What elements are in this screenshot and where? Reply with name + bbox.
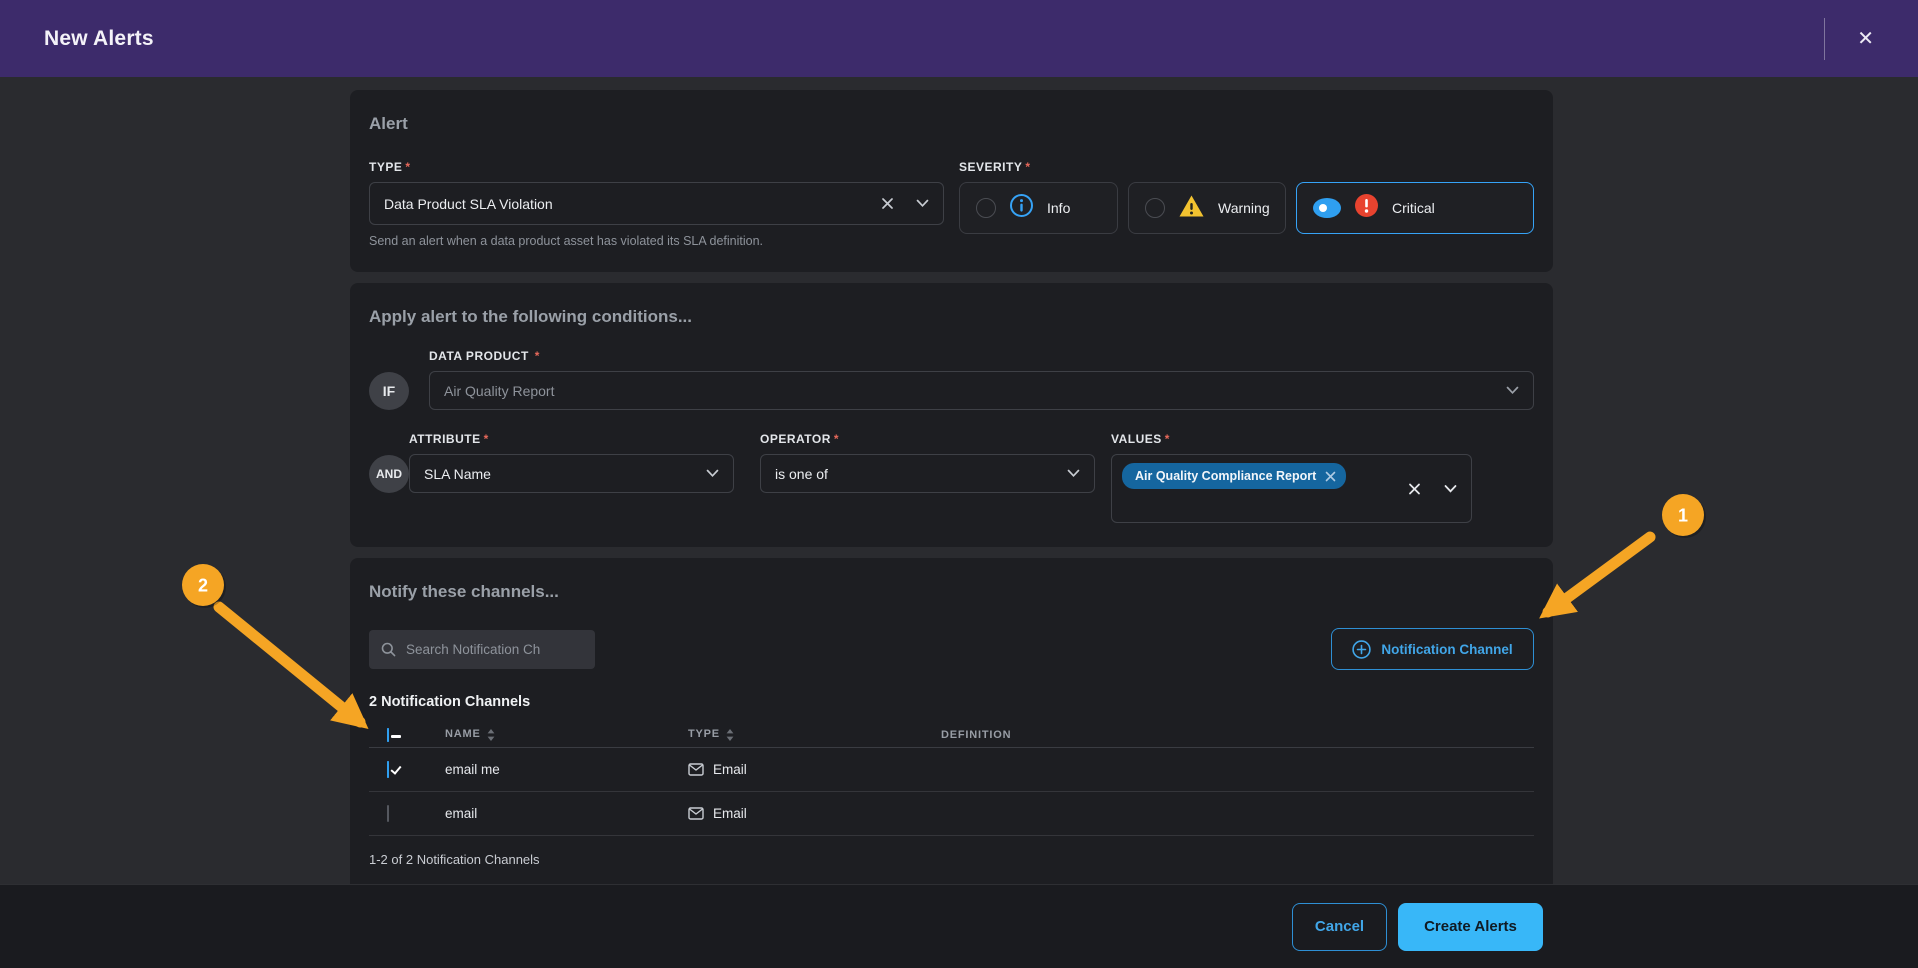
chevron-down-icon[interactable] — [916, 199, 929, 208]
operator-label: OPERATOR* — [760, 432, 1095, 446]
close-icon[interactable]: ✕ — [1851, 25, 1880, 53]
severity-info-label: Info — [1047, 200, 1070, 216]
severity-warning-label: Warning — [1218, 200, 1270, 216]
attribute-select[interactable]: SLA Name — [409, 454, 734, 493]
channel-name: email me — [445, 762, 688, 777]
chevron-down-icon[interactable] — [706, 469, 719, 478]
header-divider — [1824, 18, 1825, 60]
sort-icon — [487, 729, 495, 741]
channel-name: email — [445, 806, 688, 821]
column-header-name[interactable]: NAME — [445, 728, 688, 740]
column-header-definition: DEFINITION — [941, 729, 1534, 741]
search-icon — [381, 642, 396, 657]
row-checkbox-email[interactable] — [387, 805, 389, 822]
data-product-label: DATA PRODUCT* — [429, 349, 1534, 363]
severity-critical-label: Critical — [1392, 200, 1435, 216]
notification-channel-button-label: Notification Channel — [1381, 642, 1512, 657]
notification-search[interactable] — [369, 630, 595, 669]
channel-count: 2 Notification Channels — [369, 694, 1534, 710]
alert-section-heading: Alert — [369, 114, 1534, 134]
modal-header: New Alerts ✕ — [0, 0, 1918, 77]
radio-selected — [1313, 198, 1341, 218]
alert-section: Alert TYPE* Data Product SLA Violation — [350, 90, 1553, 272]
radio-unselected — [976, 198, 996, 218]
info-circle-icon — [1009, 193, 1034, 223]
severity-label: SEVERITY* — [959, 160, 1534, 174]
alert-type-value: Data Product SLA Violation — [384, 196, 859, 212]
data-product-value: Air Quality Report — [444, 383, 1484, 399]
table-row[interactable]: email me Email — [369, 748, 1534, 792]
modal-footer: Cancel Create Alerts — [0, 884, 1918, 968]
and-badge: AND — [369, 455, 409, 493]
clear-icon[interactable] — [881, 197, 894, 210]
table-header-row: NAME TYPE DEFINITION — [369, 722, 1534, 748]
if-badge: IF — [369, 372, 409, 410]
value-chip: Air Quality Compliance Report — [1122, 463, 1346, 489]
chevron-down-icon[interactable] — [1506, 386, 1519, 395]
data-product-select[interactable]: Air Quality Report — [429, 371, 1534, 410]
column-header-type[interactable]: TYPE — [688, 728, 941, 740]
email-icon — [688, 763, 704, 776]
email-icon — [688, 807, 704, 820]
notify-heading: Notify these channels... — [369, 582, 1534, 602]
type-label: TYPE* — [369, 160, 944, 174]
select-all-checkbox[interactable] — [387, 728, 389, 742]
channel-type: Email — [713, 762, 747, 777]
severity-option-warning[interactable]: Warning — [1128, 182, 1286, 234]
value-chip-label: Air Quality Compliance Report — [1135, 469, 1316, 483]
row-checkbox-email-me[interactable] — [387, 761, 389, 778]
channel-type: Email — [713, 806, 747, 821]
search-input[interactable] — [406, 642, 576, 657]
radio-unselected — [1145, 198, 1165, 218]
alert-type-help: Send an alert when a data product asset … — [369, 234, 944, 248]
severity-option-critical[interactable]: Critical — [1296, 182, 1534, 234]
conditions-section: Apply alert to the following conditions.… — [350, 283, 1553, 547]
warning-triangle-icon — [1178, 194, 1205, 223]
chip-remove-icon[interactable] — [1325, 471, 1336, 482]
channels-table: NAME TYPE DEFINITION email me Email — [369, 722, 1534, 836]
chevron-down-icon[interactable] — [1444, 484, 1457, 493]
attribute-value: SLA Name — [424, 466, 684, 482]
new-alerts-modal: New Alerts ✕ Alert TYPE* Data Product SL… — [0, 0, 1918, 968]
attribute-label: ATTRIBUTE* — [409, 432, 734, 446]
operator-value: is one of — [775, 466, 1045, 482]
sort-icon — [726, 729, 734, 741]
pagination-text: 1-2 of 2 Notification Channels — [369, 852, 1534, 867]
notification-channel-button[interactable]: Notification Channel — [1331, 628, 1534, 670]
modal-title: New Alerts — [44, 27, 154, 51]
create-alerts-button[interactable]: Create Alerts — [1398, 903, 1543, 951]
cancel-button[interactable]: Cancel — [1292, 903, 1387, 951]
plus-circle-icon — [1352, 640, 1371, 659]
chevron-down-icon[interactable] — [1067, 469, 1080, 478]
table-row[interactable]: email Email — [369, 792, 1534, 836]
modal-body: Alert TYPE* Data Product SLA Violation — [0, 77, 1918, 884]
alert-type-select[interactable]: Data Product SLA Violation — [369, 182, 944, 225]
values-label: VALUES* — [1111, 432, 1472, 446]
critical-circle-icon — [1354, 193, 1379, 223]
clear-icon[interactable] — [1408, 482, 1421, 495]
notify-section: Notify these channels... Notification Ch… — [350, 558, 1553, 891]
severity-option-info[interactable]: Info — [959, 182, 1118, 234]
conditions-heading: Apply alert to the following conditions.… — [369, 307, 1534, 327]
values-multiselect[interactable]: Air Quality Compliance Report — [1111, 454, 1472, 523]
operator-select[interactable]: is one of — [760, 454, 1095, 493]
severity-options: Info Warning — [959, 182, 1534, 234]
